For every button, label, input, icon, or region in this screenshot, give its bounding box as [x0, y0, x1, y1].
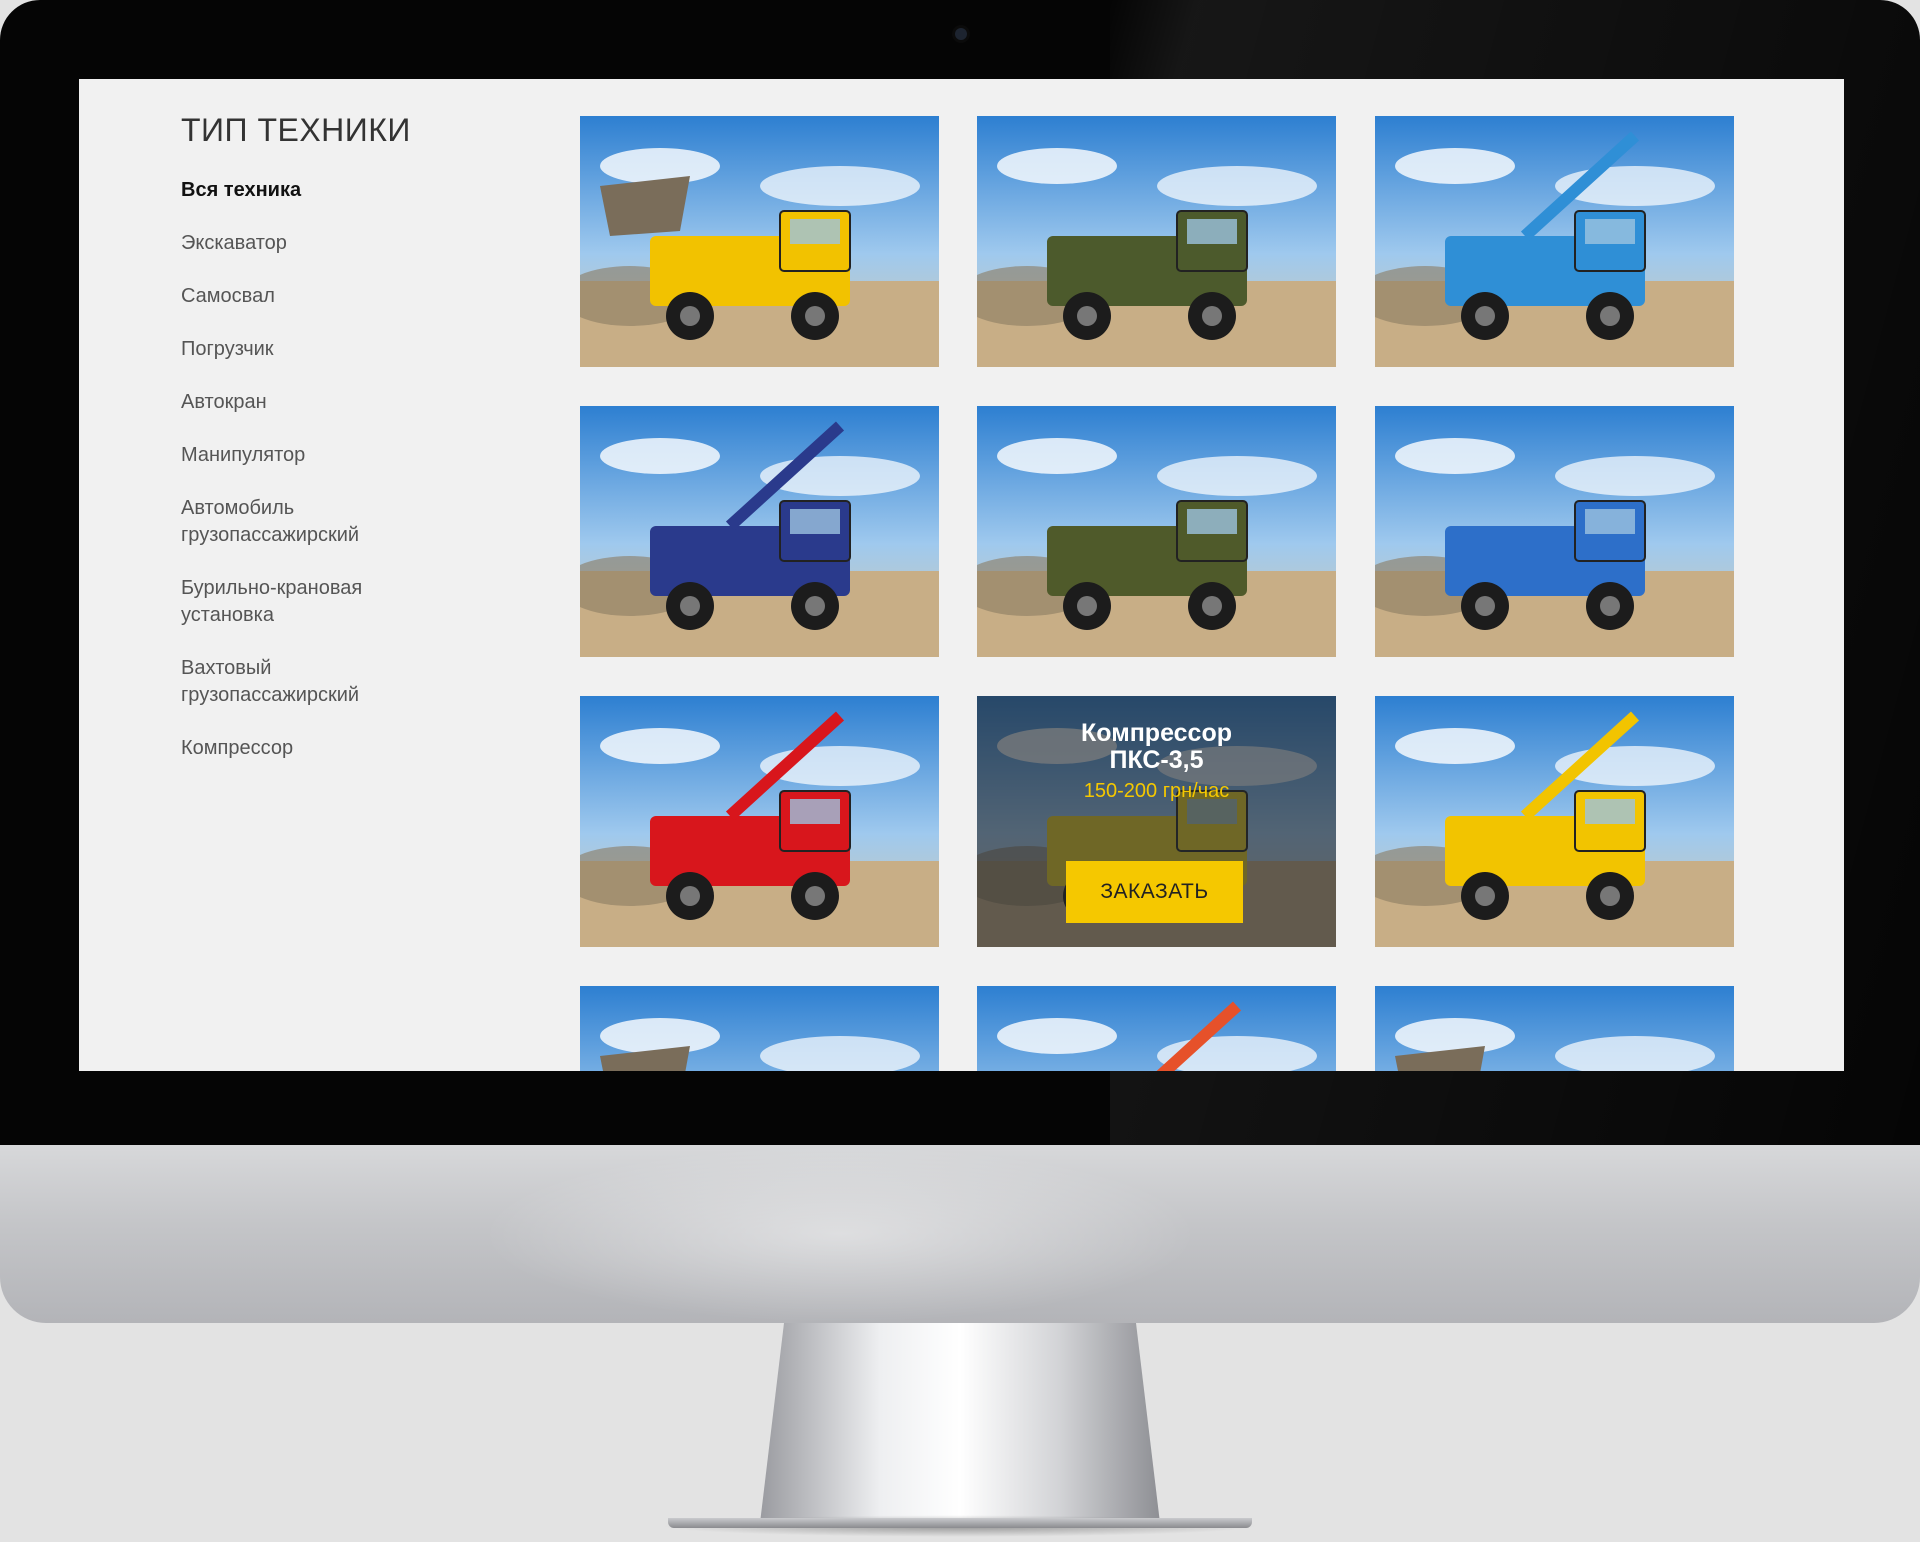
equipment-tile[interactable]	[977, 406, 1336, 657]
sidebar-item-manipulator[interactable]: Манипулятор	[181, 442, 481, 469]
equipment-tile[interactable]	[977, 986, 1336, 1071]
backhoe-loader-photo	[580, 116, 939, 367]
monitor-stand	[760, 1323, 1160, 1523]
flatbed-truck-photo	[1375, 406, 1734, 657]
crane-photo	[977, 986, 1336, 1071]
sidebar-item-drilling-crane[interactable]: Бурильно-крановая установка	[181, 575, 481, 629]
equipment-tile[interactable]	[580, 696, 939, 947]
sidebar-item-loader[interactable]: Погрузчик	[181, 336, 481, 363]
promo-price: 150-200 грн/час	[1083, 780, 1230, 802]
sidebar-title: ТИП ТЕХНИКИ	[181, 112, 411, 148]
sidebar-item-compressor[interactable]: Компрессор	[181, 735, 481, 762]
promo-tile[interactable]: Компрессор ПКС-3,5 150-200 грн/час ЗАКАЗАТ…	[977, 696, 1336, 947]
camera-icon	[955, 28, 967, 40]
excavator-photo	[580, 986, 939, 1071]
category-sidebar: ТИП ТЕХНИКИ Вся техника Экскаватор Самосва…	[181, 112, 481, 788]
equipment-tile[interactable]	[580, 986, 939, 1071]
promo-title: Компрессор ПКС-3,5	[1081, 719, 1232, 774]
equipment-tile[interactable]	[1375, 406, 1734, 657]
sidebar-item-all[interactable]: Вся техника	[181, 177, 481, 204]
equipment-tile[interactable]	[1375, 116, 1734, 367]
excavator-photo	[1375, 986, 1734, 1071]
sidebar-item-truck-crane[interactable]: Автокран	[181, 389, 481, 416]
manipulator-truck-photo	[580, 696, 939, 947]
equipment-tile[interactable]	[1375, 986, 1734, 1071]
website-screen: ТИП ТЕХНИКИ Вся техника Экскаватор Самосва…	[79, 79, 1844, 1071]
order-button[interactable]: ЗАКАЗАТЬ	[1066, 861, 1243, 923]
yellow-crane-photo	[1375, 696, 1734, 947]
stand-base	[668, 1518, 1252, 1528]
truck-crane-photo	[1375, 116, 1734, 367]
dump-truck-photo	[977, 406, 1336, 657]
chin-reflection	[480, 1145, 1200, 1323]
drilling-rig-photo	[580, 406, 939, 657]
sidebar-item-excavator[interactable]: Экскаватор	[181, 230, 481, 257]
equipment-tile[interactable]	[580, 406, 939, 657]
military-truck-photo	[977, 116, 1336, 367]
sidebar-item-dump-truck[interactable]: Самосвал	[181, 283, 481, 310]
sidebar-item-shift-bus[interactable]: Вахтовый грузопассажирский	[181, 655, 481, 709]
equipment-tile[interactable]	[977, 116, 1336, 367]
equipment-tile[interactable]	[580, 116, 939, 367]
sidebar-item-cargo-passenger[interactable]: Автомобиль грузопассажирский	[181, 495, 481, 549]
category-menu: Вся техника Экскаватор Самосвал Погрузчик Ав…	[181, 177, 481, 762]
equipment-tile[interactable]	[1375, 696, 1734, 947]
